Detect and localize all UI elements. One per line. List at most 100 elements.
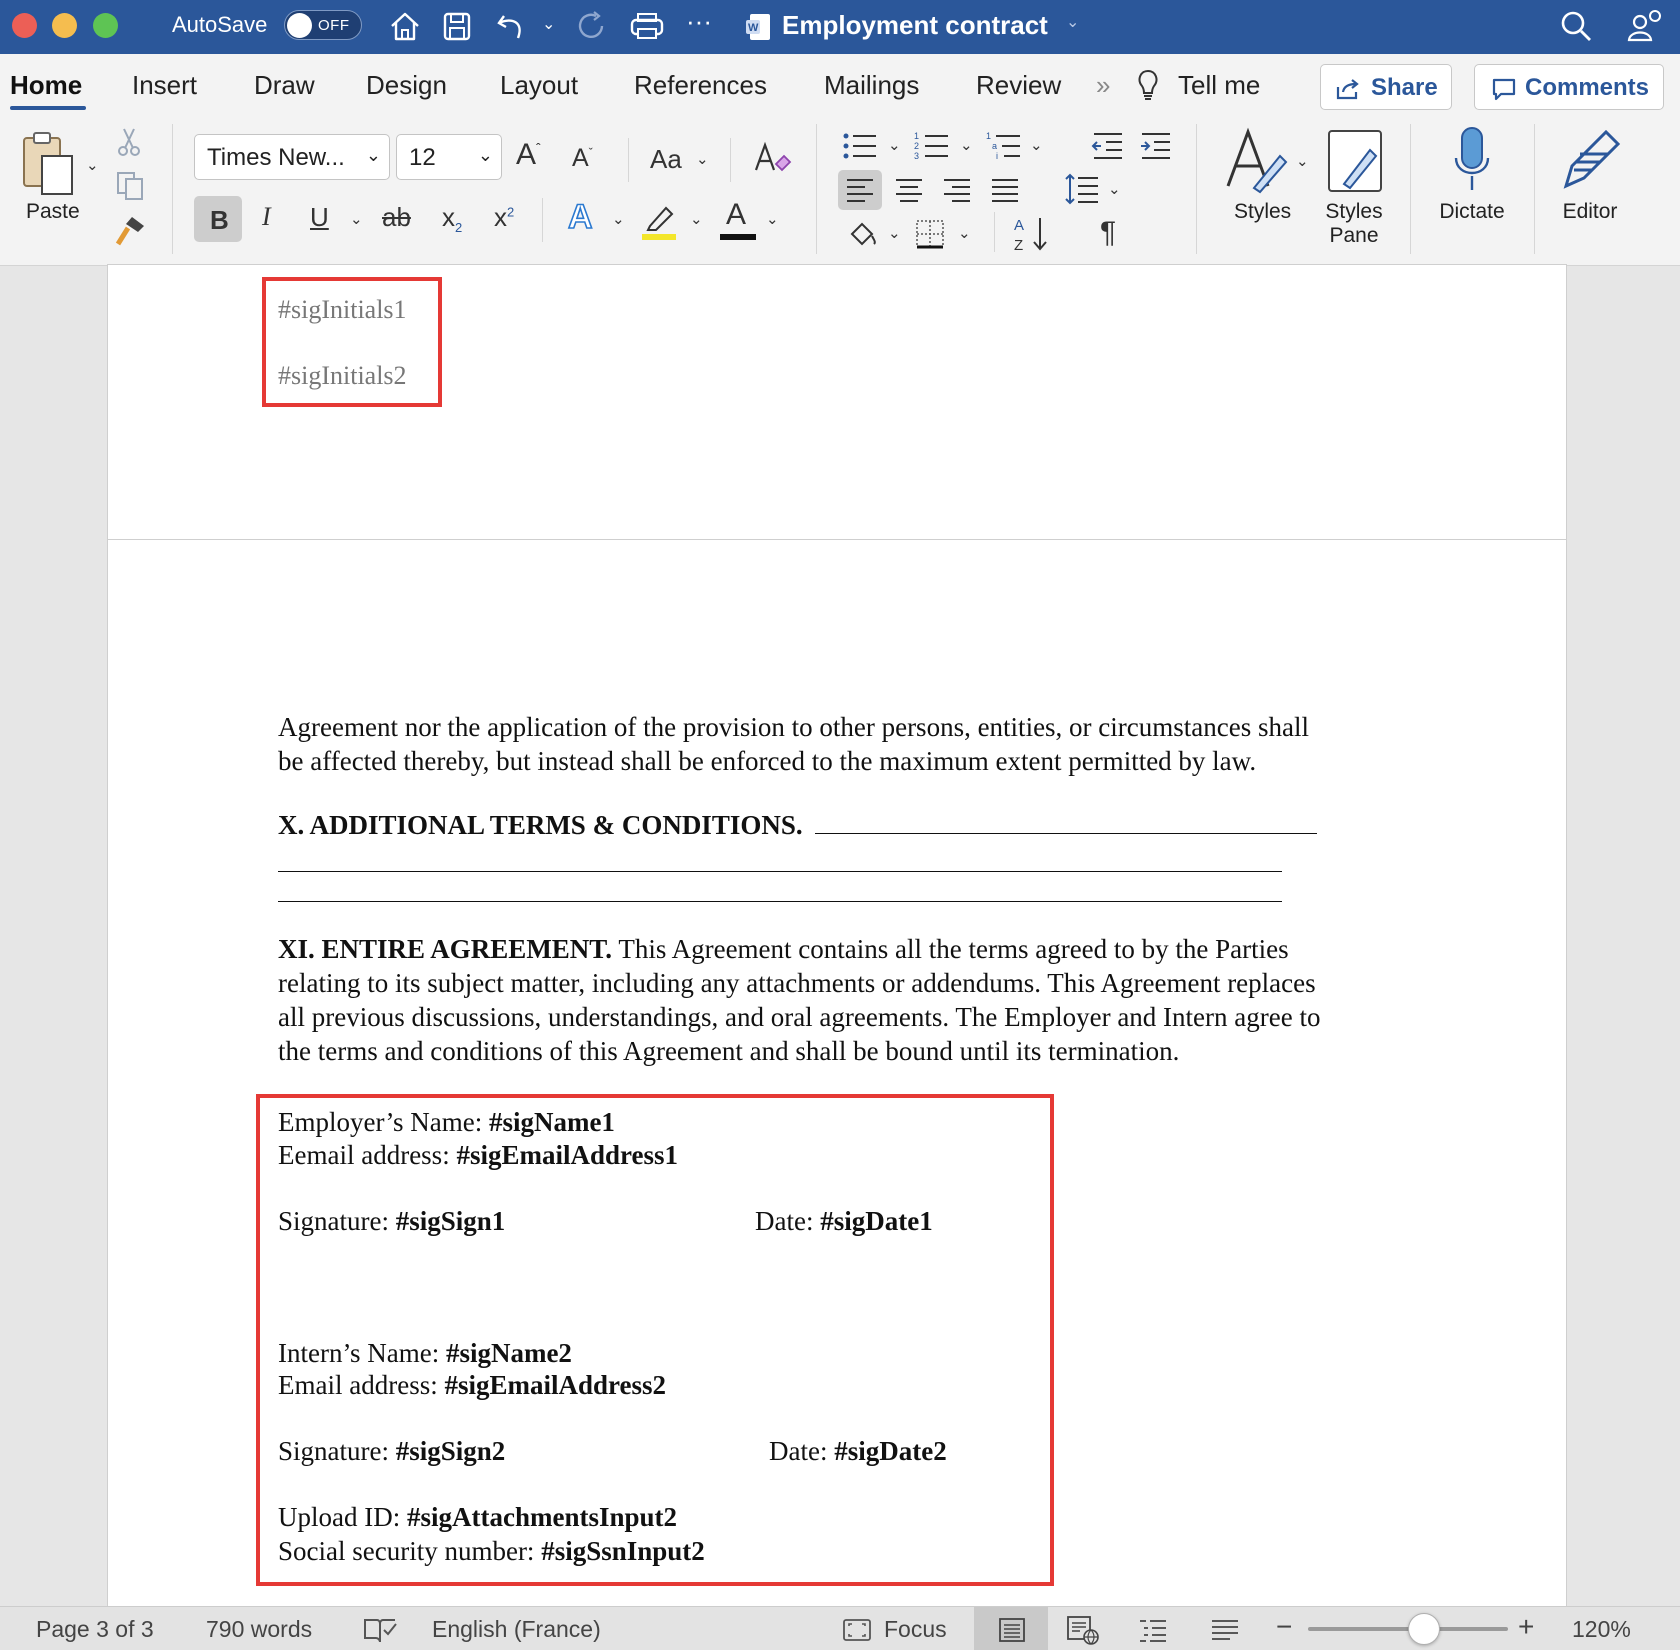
account-icon[interactable] — [1624, 8, 1664, 44]
borders-icon[interactable] — [914, 218, 946, 250]
numbering-icon[interactable]: 1 2 3 — [914, 130, 950, 162]
bullets-chevron-icon[interactable]: ⌄ — [888, 136, 901, 154]
align-center-icon[interactable] — [894, 176, 924, 204]
tab-review[interactable]: Review — [976, 70, 1061, 101]
signature-1-tag[interactable]: #sigSign1 — [396, 1206, 506, 1236]
print-layout-view-button[interactable] — [974, 1607, 1048, 1650]
superscript-button[interactable]: x2 — [494, 202, 514, 233]
tab-mailings[interactable]: Mailings — [824, 70, 919, 101]
zoom-slider[interactable] — [1308, 1613, 1508, 1645]
document-title[interactable]: Employment contract — [782, 10, 1048, 41]
font-color-chevron-icon[interactable]: ⌄ — [766, 210, 779, 228]
draft-view-icon[interactable] — [1210, 1617, 1240, 1643]
proofing-book-icon[interactable] — [362, 1616, 398, 1644]
grow-font-icon[interactable]: Aˆ — [516, 138, 541, 172]
tab-design[interactable]: Design — [366, 70, 447, 101]
intern-name-tag[interactable]: #sigName2 — [446, 1338, 572, 1368]
underline-button[interactable]: U — [310, 202, 329, 233]
upload-id-tag[interactable]: #sigAttachmentsInput2 — [407, 1502, 677, 1532]
save-icon[interactable] — [440, 8, 474, 44]
underline-chevron-icon[interactable]: ⌄ — [350, 210, 363, 228]
dictate-button[interactable]: Dictate — [1426, 122, 1518, 232]
close-window-button[interactable] — [12, 13, 37, 38]
web-layout-icon[interactable] — [1066, 1615, 1100, 1645]
justify-icon[interactable] — [990, 176, 1020, 204]
styles-chevron-icon[interactable]: ⌄ — [1296, 152, 1309, 170]
tab-layout[interactable]: Layout — [500, 70, 578, 101]
change-case-button[interactable]: Aa — [650, 144, 682, 175]
styles-pane-button[interactable]: Styles Pane — [1320, 122, 1388, 262]
text-effects-button[interactable]: A — [567, 197, 593, 237]
title-dropdown-chevron-icon[interactable]: ⌄ — [1066, 12, 1079, 32]
more-commands-icon[interactable]: ··· — [686, 6, 712, 37]
signature-block[interactable]: Employer’s Name: #sigName1 Eemail addres… — [278, 1100, 1038, 1580]
employer-email-tag[interactable]: #sigEmailAddress1 — [456, 1140, 678, 1170]
language-indicator[interactable]: English (France) — [432, 1616, 601, 1643]
change-case-chevron-icon[interactable]: ⌄ — [696, 150, 709, 168]
decrease-indent-icon[interactable] — [1090, 130, 1124, 162]
paste-icon[interactable] — [18, 130, 82, 198]
cut-icon[interactable] — [114, 126, 144, 158]
home-icon[interactable] — [388, 8, 422, 44]
outline-view-icon[interactable] — [1138, 1617, 1168, 1643]
strikethrough-button[interactable]: ab — [382, 202, 411, 233]
tab-draw[interactable]: Draw — [254, 70, 315, 101]
clear-formatting-icon[interactable] — [752, 140, 792, 180]
multilevel-chevron-icon[interactable]: ⌄ — [1030, 136, 1043, 154]
signature-2-tag[interactable]: #sigSign2 — [396, 1436, 506, 1466]
employer-name-tag[interactable]: #sigName1 — [489, 1107, 615, 1137]
styles-gallery-icon[interactable] — [1224, 126, 1290, 196]
word-count[interactable]: 790 words — [206, 1616, 312, 1643]
focus-icon[interactable] — [842, 1618, 872, 1642]
show-formatting-marks-icon[interactable]: ¶ — [1100, 216, 1116, 250]
shrink-font-icon[interactable]: Aˇ — [572, 144, 593, 173]
text-effects-chevron-icon[interactable]: ⌄ — [612, 210, 625, 228]
search-icon[interactable] — [1558, 8, 1594, 44]
bullets-icon[interactable] — [842, 130, 878, 162]
date-1-tag[interactable]: #sigDate1 — [820, 1206, 932, 1236]
align-left-button[interactable] — [838, 170, 882, 210]
intern-email-tag[interactable]: #sigEmailAddress2 — [444, 1370, 666, 1400]
focus-mode-button[interactable]: Focus — [884, 1616, 947, 1643]
multilevel-list-icon[interactable]: 1 a i — [986, 130, 1022, 162]
print-icon[interactable] — [628, 8, 666, 44]
line-spacing-chevron-icon[interactable]: ⌄ — [1108, 180, 1121, 198]
line-spacing-icon[interactable] — [1064, 172, 1100, 206]
highlight-chevron-icon[interactable]: ⌄ — [690, 210, 703, 228]
paste-options-chevron-icon[interactable]: ⌄ — [86, 156, 99, 174]
numbering-chevron-icon[interactable]: ⌄ — [960, 136, 973, 154]
format-painter-icon[interactable] — [114, 214, 148, 248]
redo-icon[interactable] — [574, 8, 610, 44]
more-tabs-chevron-icon[interactable]: » — [1096, 70, 1110, 101]
tab-references[interactable]: References — [634, 70, 767, 101]
share-button[interactable]: Share — [1320, 64, 1452, 110]
font-color-button[interactable]: A — [720, 198, 756, 242]
comments-button[interactable]: Comments — [1474, 64, 1664, 110]
zoom-level[interactable]: 120% — [1572, 1616, 1631, 1643]
autosave-toggle[interactable]: OFF — [284, 10, 362, 40]
zoom-in-button[interactable]: + — [1518, 1611, 1534, 1643]
body-text[interactable]: Agreement nor the application of the pro… — [278, 710, 1518, 1068]
tell-me-search[interactable]: Tell me — [1178, 70, 1260, 101]
shading-chevron-icon[interactable]: ⌄ — [888, 224, 901, 242]
highlight-color-icon[interactable] — [640, 200, 680, 242]
borders-chevron-icon[interactable]: ⌄ — [958, 224, 971, 242]
sort-icon[interactable]: A Z — [1012, 214, 1052, 254]
increase-indent-icon[interactable] — [1138, 130, 1172, 162]
date-2-tag[interactable]: #sigDate2 — [834, 1436, 946, 1466]
page-count[interactable]: Page 3 of 3 — [36, 1616, 154, 1643]
tab-home[interactable]: Home — [10, 70, 82, 101]
maximize-window-button[interactable] — [93, 13, 118, 38]
minimize-window-button[interactable] — [52, 13, 77, 38]
zoom-slider-thumb[interactable] — [1408, 1613, 1440, 1645]
bold-button[interactable]: B — [194, 196, 242, 242]
initials-tag-2[interactable]: #sigInitials2 — [278, 361, 407, 391]
ssn-tag[interactable]: #sigSsnInput2 — [541, 1536, 705, 1566]
initials-tag-1[interactable]: #sigInitials1 — [278, 295, 407, 325]
align-right-icon[interactable] — [942, 176, 972, 204]
copy-icon[interactable] — [114, 170, 146, 202]
italic-button[interactable]: I — [262, 202, 271, 232]
font-name-select[interactable]: Times New... ⌄ — [194, 134, 390, 180]
editor-button[interactable]: Editor — [1548, 122, 1632, 232]
font-size-select[interactable]: 12 ⌄ — [396, 134, 502, 180]
